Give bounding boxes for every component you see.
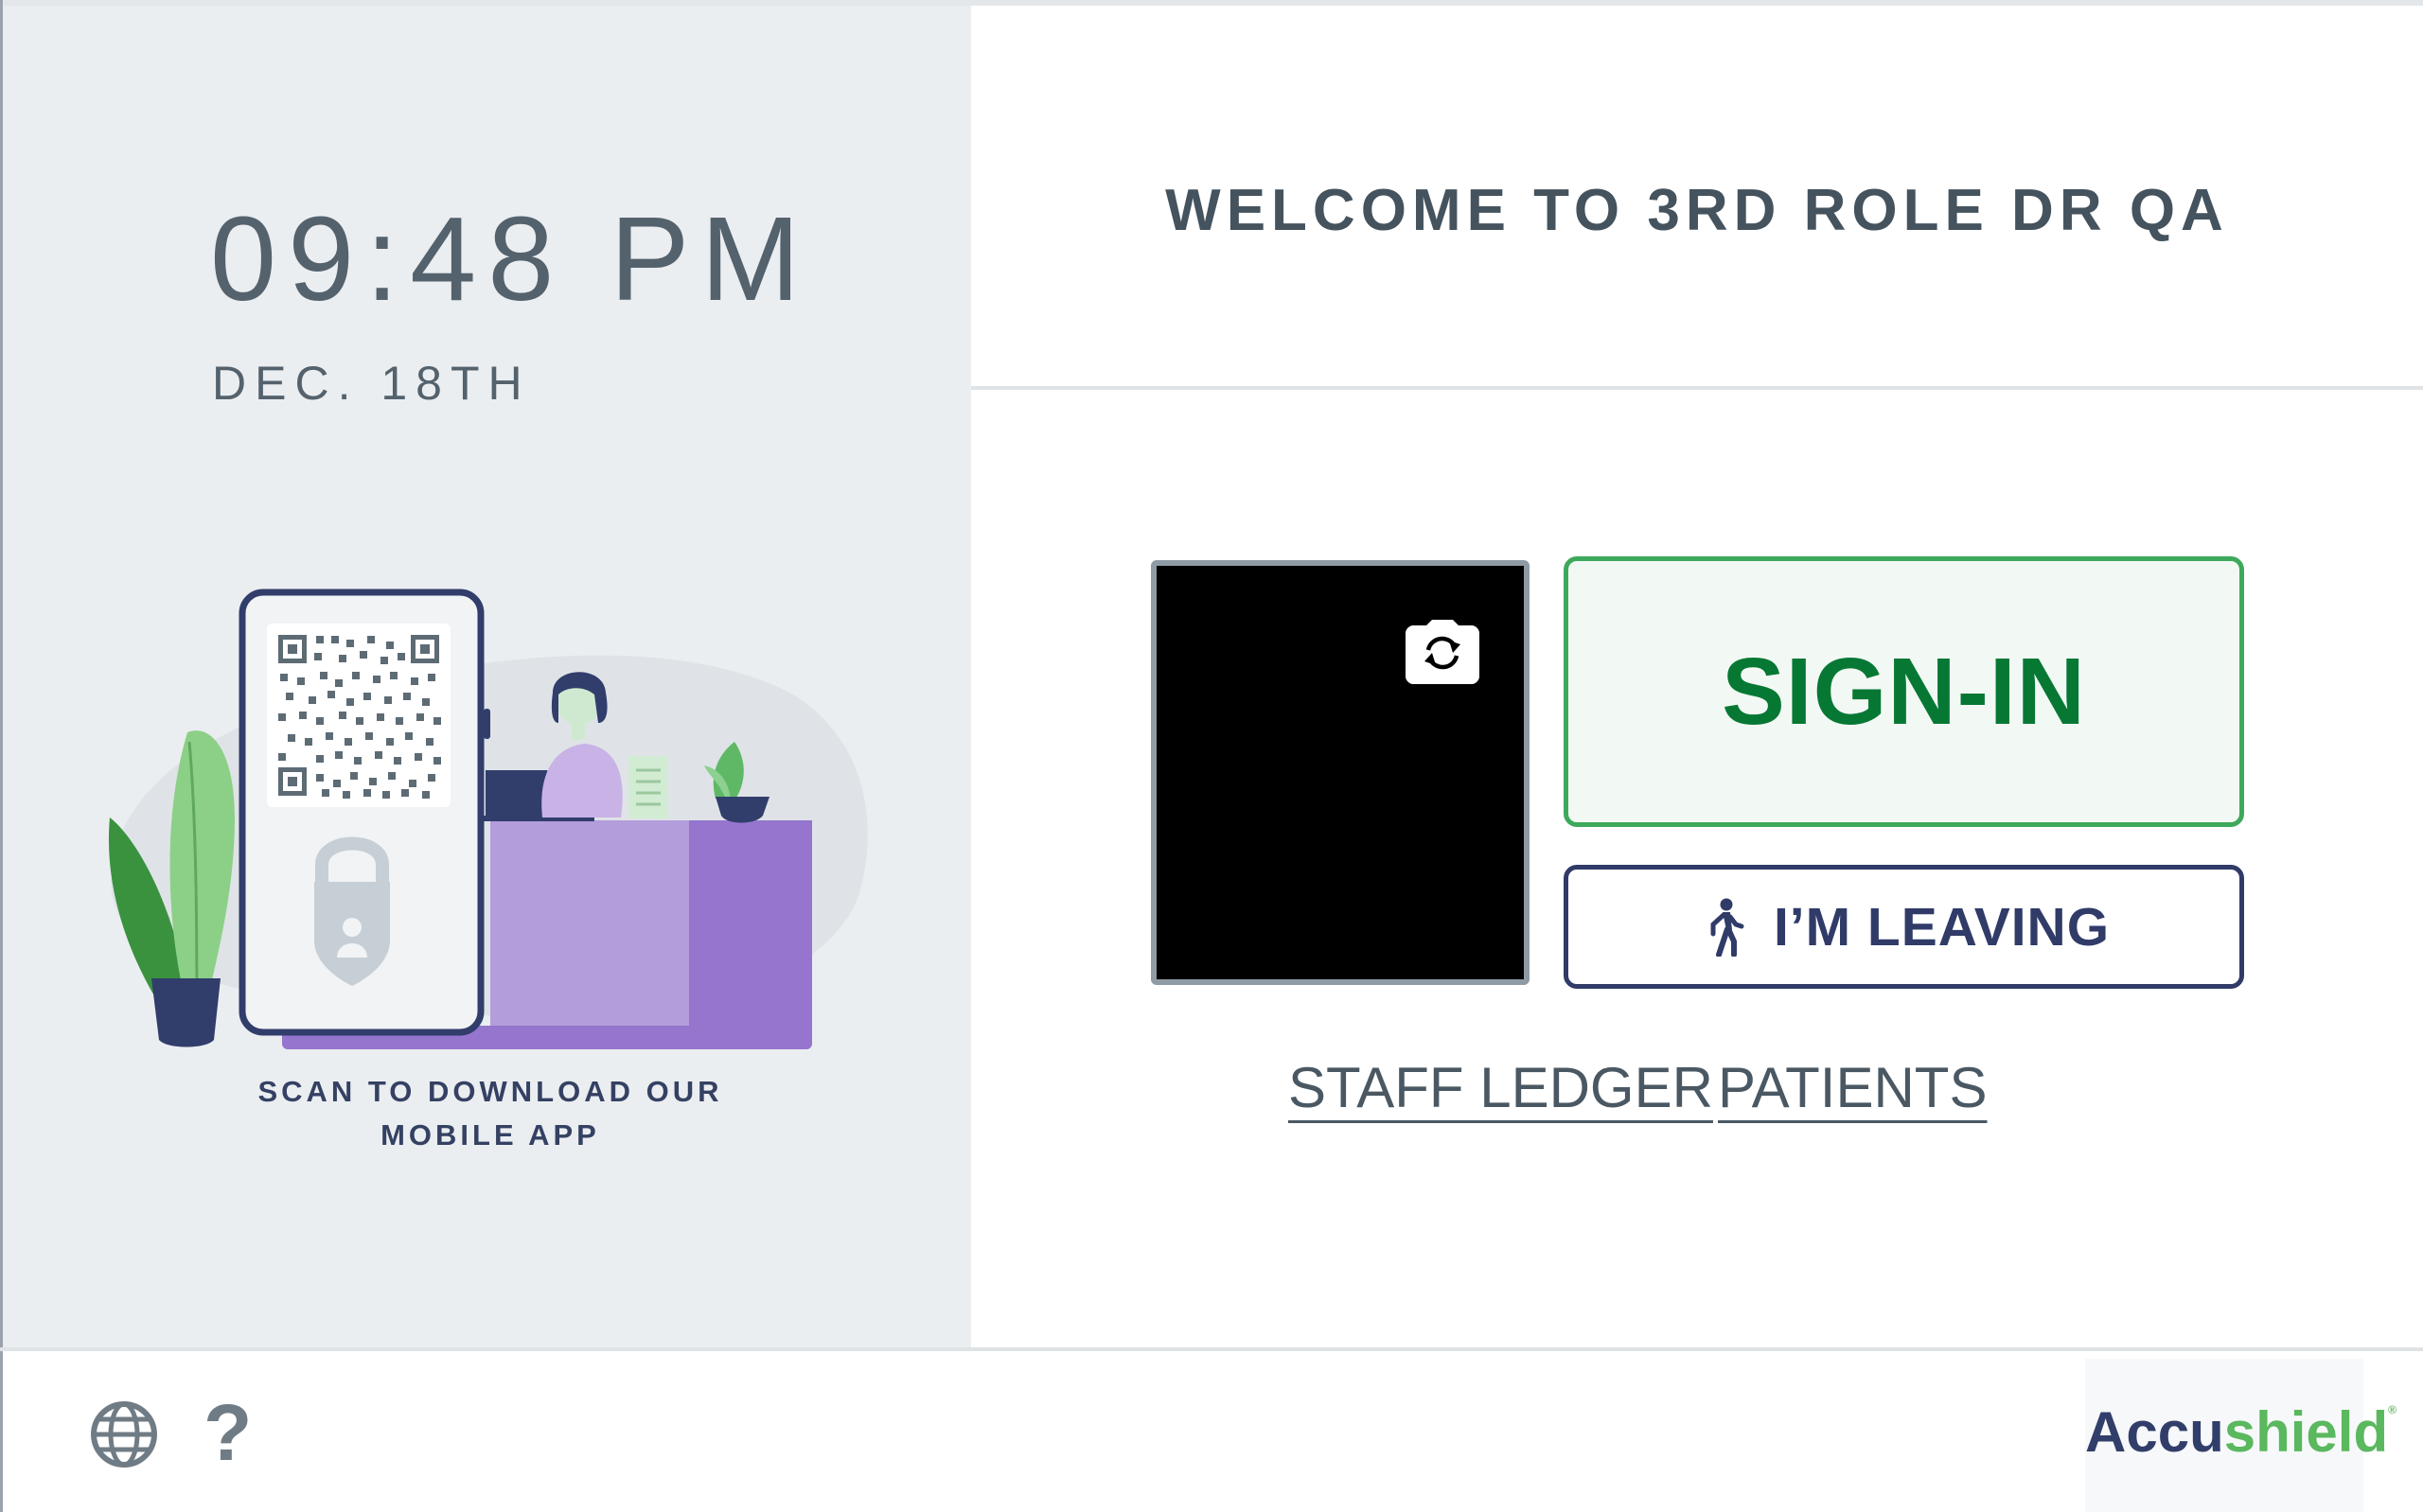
patients-link[interactable]: PATIENTS — [1718, 1060, 1987, 1116]
accushield-logo: Accushield® — [2085, 1404, 2396, 1461]
im-leaving-label: I’M LEAVING — [1773, 896, 2111, 958]
scan-promo-line2: MOBILE APP — [380, 1118, 600, 1152]
registered-mark: ® — [2388, 1403, 2396, 1416]
logo-part-shield: shield — [2223, 1400, 2389, 1464]
im-leaving-button[interactable]: I’M LEAVING — [1564, 865, 2244, 989]
camera-preview — [1151, 560, 1530, 985]
logo-part-accu: Accu — [2085, 1400, 2224, 1464]
sign-in-button[interactable]: SIGN-IN — [1564, 556, 2244, 827]
globe-icon[interactable] — [90, 1400, 158, 1468]
app-download-illustration — [108, 589, 868, 1049]
help-icon[interactable]: ? — [203, 1393, 252, 1472]
staff-ledger-link[interactable]: STAFF LEDGER — [1288, 1060, 1713, 1116]
welcome-heading: WELCOME TO 3RD ROLE DR QA — [1165, 178, 2229, 243]
footer-divider — [0, 1347, 2423, 1351]
scan-promo-text: SCAN TO DOWNLOAD OUR MOBILE APP — [97, 1070, 883, 1157]
camera-switch-icon[interactable] — [1406, 618, 1479, 684]
clock-date: DEC. 18TH — [212, 357, 531, 410]
scan-promo-line1: SCAN TO DOWNLOAD OUR — [257, 1075, 723, 1108]
walking-person-icon — [1710, 898, 1744, 957]
left-panel: 09:48 PM DEC. 18TH SCAN TO DOWNLOAD OUR … — [3, 6, 971, 1347]
header-divider — [971, 386, 2423, 390]
sign-in-label: SIGN-IN — [1722, 638, 2086, 745]
clock-time: 09:48 PM — [210, 192, 812, 325]
